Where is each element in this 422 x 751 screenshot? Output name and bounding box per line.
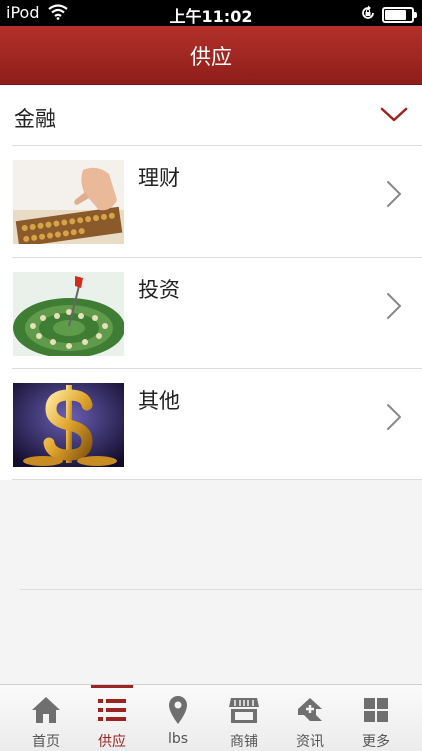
chevron-right-icon bbox=[386, 403, 402, 435]
tab-store[interactable]: 商铺 bbox=[211, 685, 277, 751]
chevron-right-icon bbox=[386, 292, 402, 324]
rotation-lock-icon bbox=[360, 5, 376, 25]
store-icon bbox=[228, 695, 260, 725]
home-icon bbox=[30, 695, 62, 725]
list-item-label: 投资 bbox=[138, 278, 180, 302]
status-time: 上午11:02 bbox=[169, 7, 253, 26]
battery-icon bbox=[382, 7, 417, 23]
nav-bar: 供应 bbox=[0, 26, 422, 85]
list-item-label: 理财 bbox=[138, 166, 180, 190]
tab-label: lbs bbox=[167, 731, 189, 747]
list-item[interactable]: 其他 bbox=[0, 369, 422, 480]
tab-label: 商铺 bbox=[230, 734, 258, 750]
chevron-right-icon bbox=[386, 180, 402, 212]
gold-dollar-photo bbox=[13, 383, 124, 467]
category-label: 金融 bbox=[14, 107, 56, 131]
content-area: 金融 理财 投资 其他 bbox=[0, 85, 422, 480]
tab-more[interactable]: 更多 bbox=[343, 685, 409, 751]
abacus-photo bbox=[13, 160, 124, 244]
tab-supply[interactable]: 供应 bbox=[79, 685, 145, 751]
divider bbox=[12, 479, 422, 480]
tab-label: 更多 bbox=[362, 734, 390, 750]
tab-label: 首页 bbox=[32, 734, 60, 750]
dart-coins-photo bbox=[13, 272, 124, 356]
grid-icon bbox=[360, 695, 392, 725]
tab-bar: 首页 供应 lbs 商铺 资讯 更多 bbox=[0, 684, 422, 751]
tab-lbs[interactable]: lbs bbox=[145, 685, 211, 751]
list-item[interactable]: 投资 bbox=[0, 258, 422, 369]
news-icon bbox=[294, 695, 326, 725]
tab-news[interactable]: 资讯 bbox=[277, 685, 343, 751]
list-item[interactable]: 理财 bbox=[0, 146, 422, 257]
list-icon bbox=[96, 695, 128, 725]
active-tab-indicator bbox=[91, 685, 133, 688]
page-title: 供应 bbox=[190, 45, 232, 69]
chevron-down-icon bbox=[380, 107, 408, 127]
tab-label: 资讯 bbox=[296, 734, 324, 750]
divider bbox=[20, 589, 422, 590]
tab-home[interactable]: 首页 bbox=[13, 685, 79, 751]
category-selector[interactable]: 金融 bbox=[0, 85, 422, 145]
list-item-label: 其他 bbox=[138, 389, 180, 413]
status-bar: iPod 上午11:02 bbox=[0, 0, 422, 26]
tab-label: 供应 bbox=[98, 734, 126, 750]
location-pin-icon bbox=[162, 695, 194, 725]
